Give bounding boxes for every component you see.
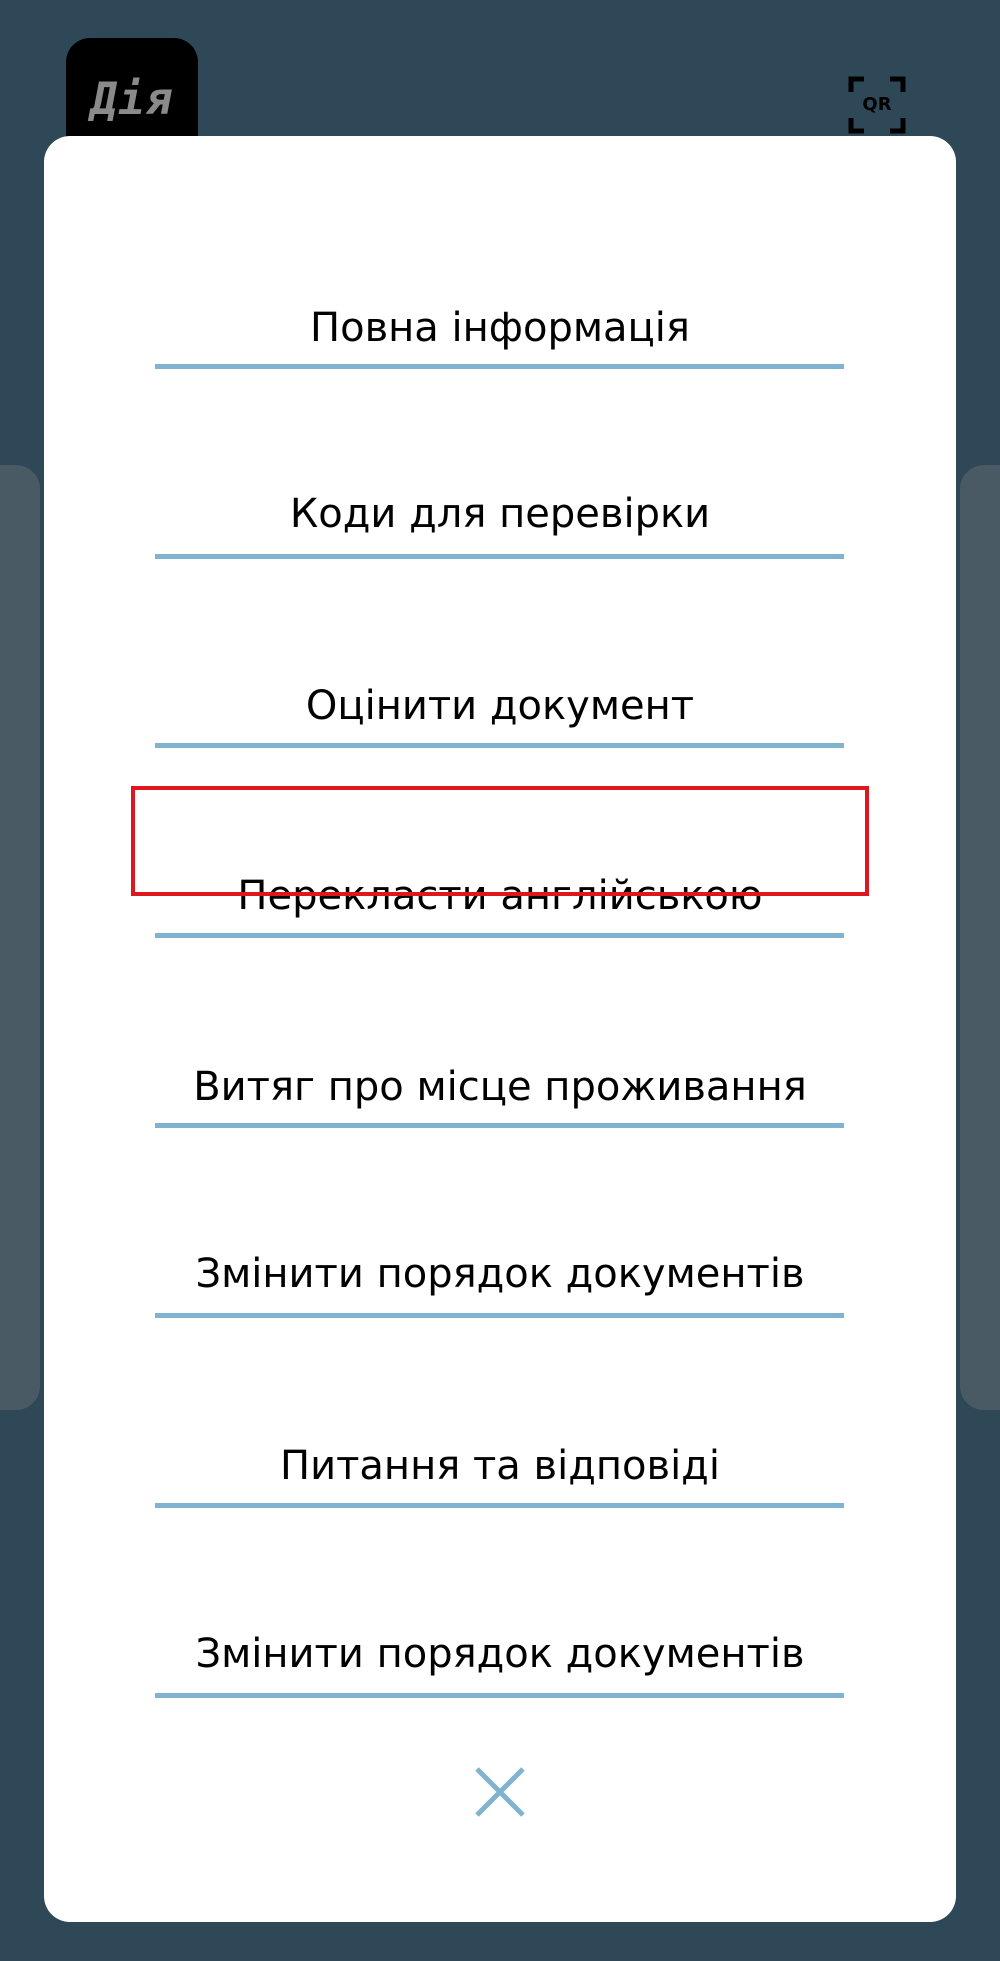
logo-text: Дія	[90, 74, 174, 125]
menu-divider	[155, 364, 844, 369]
menu-divider	[155, 1313, 844, 1318]
qr-label: QR	[862, 94, 892, 115]
close-button[interactable]	[460, 1752, 540, 1832]
menu-divider	[155, 1693, 844, 1698]
background-card-left	[0, 465, 40, 1410]
menu-divider	[155, 1123, 844, 1128]
close-icon	[475, 1767, 525, 1817]
menu-divider	[155, 554, 844, 559]
document-actions-menu: Повна інформація Коди для перевірки Оцін…	[44, 136, 956, 1922]
qr-scan-button[interactable]: QR	[848, 76, 906, 134]
menu-divider	[155, 1503, 844, 1508]
menu-item-verification-codes[interactable]: Коди для перевірки	[44, 459, 956, 569]
menu-divider	[155, 933, 844, 938]
background-card-right	[960, 465, 1000, 1410]
menu-divider	[155, 743, 844, 748]
